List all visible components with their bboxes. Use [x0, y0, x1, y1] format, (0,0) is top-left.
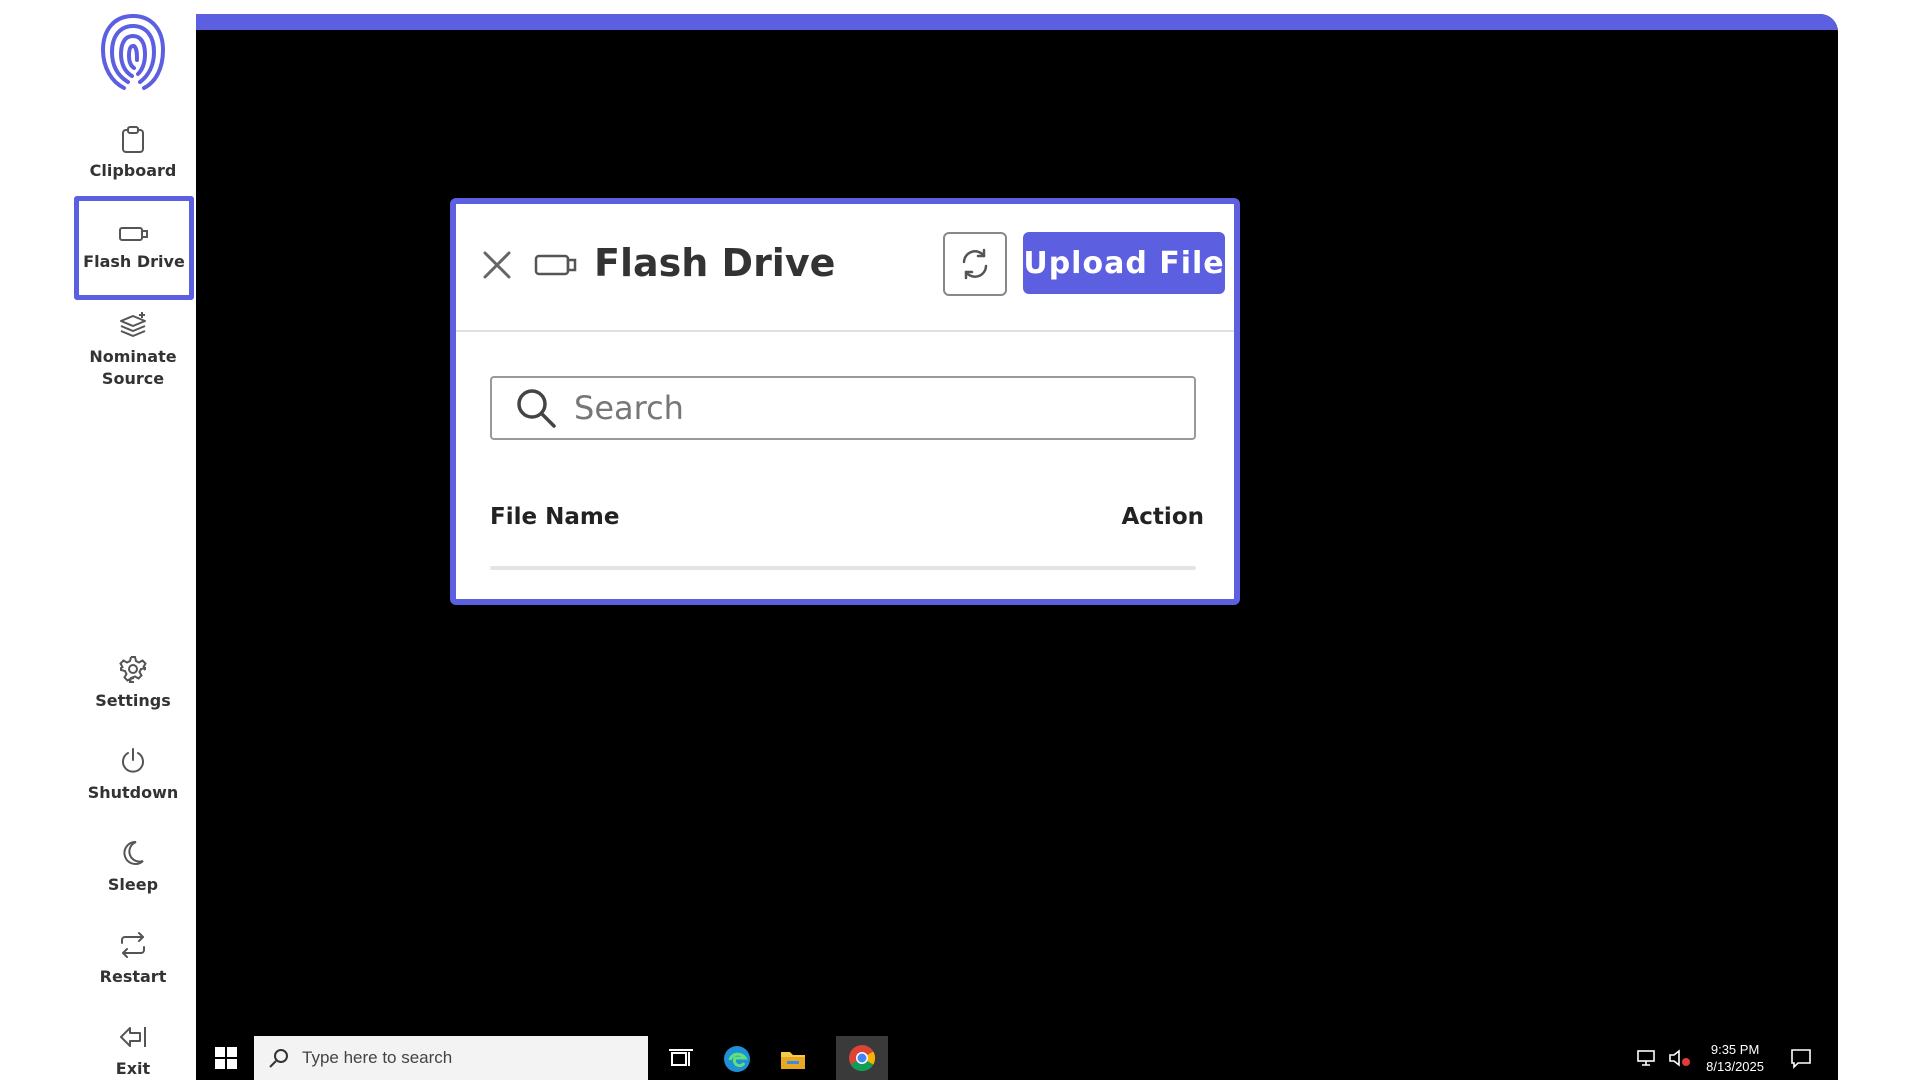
sidebar-item-label: Flash Drive — [83, 252, 185, 271]
fingerprint-logo-icon — [100, 14, 166, 90]
search-icon — [269, 1049, 288, 1068]
column-header-action: Action — [1121, 504, 1205, 530]
moon-icon — [118, 838, 148, 868]
search-icon — [517, 389, 556, 428]
flash-drive-icon — [534, 254, 577, 276]
search-input[interactable] — [572, 388, 1176, 428]
sidebar-item-exit[interactable]: Exit — [74, 1022, 192, 1080]
sidebar-item-nominate-source[interactable]: Nominate Source — [74, 310, 192, 394]
restart-icon — [118, 930, 148, 960]
chrome-taskbar-button[interactable] — [836, 1036, 888, 1080]
volume-muted-icon[interactable] — [1668, 1048, 1692, 1068]
exit-icon — [118, 1022, 148, 1052]
close-icon[interactable] — [480, 248, 514, 282]
clock-time: 9:35 PM — [1710, 1042, 1760, 1057]
notifications-icon[interactable] — [1790, 1047, 1812, 1069]
sidebar-item-label: Sleep — [107, 875, 159, 894]
windows-taskbar: Type here to search 9:35 PM 8/13/2025 — [196, 1036, 1838, 1080]
column-header-file-name[interactable]: File Name — [490, 504, 619, 530]
refresh-icon — [962, 248, 988, 280]
sidebar-item-sleep[interactable]: Sleep — [74, 838, 192, 902]
flash-drive-icon — [119, 219, 149, 249]
network-icon[interactable] — [1636, 1048, 1658, 1068]
taskbar-search-box[interactable]: Type here to search — [254, 1036, 648, 1080]
refresh-button[interactable] — [943, 232, 1007, 296]
system-tray: 9:35 PM 8/13/2025 — [1636, 1036, 1812, 1080]
sidebar-item-label: Restart — [99, 967, 167, 986]
task-view-icon[interactable] — [666, 1044, 696, 1074]
table-divider — [490, 566, 1196, 570]
power-icon — [118, 746, 148, 776]
clock-date: 8/13/2025 — [1706, 1059, 1764, 1074]
sidebar-item-label: Settings — [95, 691, 171, 710]
sidebar: Clipboard Flash Drive Nominate Source Se… — [0, 0, 196, 1080]
flash-drive-panel: Flash Drive Upload File File Name Action — [450, 198, 1240, 605]
sidebar-item-flash-drive[interactable]: Flash Drive — [74, 196, 194, 300]
taskbar-search-placeholder: Type here to search — [302, 1048, 453, 1067]
windows-start-icon[interactable] — [214, 1046, 238, 1070]
sidebar-item-label: Nominate Source — [89, 347, 177, 388]
layers-icon — [118, 310, 148, 340]
sidebar-item-label: Shutdown — [87, 783, 179, 802]
sidebar-item-label: Exit — [115, 1059, 151, 1078]
search-field[interactable] — [490, 376, 1196, 440]
sidebar-item-settings[interactable]: Settings — [74, 654, 192, 718]
upload-file-button[interactable]: Upload File — [1023, 232, 1225, 294]
sidebar-item-shutdown[interactable]: Shutdown — [74, 746, 192, 810]
desktop-top-bar — [196, 14, 1838, 30]
taskbar-clock[interactable]: 9:35 PM 8/13/2025 — [1706, 1041, 1764, 1075]
panel-header: Flash Drive Upload File — [456, 204, 1234, 332]
sidebar-item-restart[interactable]: Restart — [74, 930, 192, 994]
sidebar-item-clipboard[interactable]: Clipboard — [74, 124, 192, 188]
gear-icon — [118, 654, 148, 684]
file-explorer-icon[interactable] — [778, 1044, 808, 1074]
panel-title: Flash Drive — [594, 241, 836, 285]
clipboard-icon — [118, 124, 148, 154]
sidebar-item-label: Clipboard — [89, 161, 177, 180]
edge-browser-icon[interactable] — [722, 1044, 752, 1074]
chrome-icon — [849, 1045, 876, 1072]
